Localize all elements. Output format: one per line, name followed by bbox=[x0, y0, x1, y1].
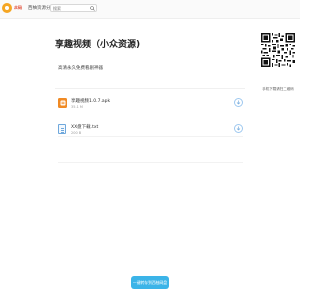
txt-file-icon bbox=[58, 124, 66, 134]
divider bbox=[55, 88, 245, 89]
page-title: 享趣视频（小众资源) bbox=[55, 40, 141, 50]
file-name[interactable]: 享趣视频1.0.7.apk bbox=[71, 98, 110, 104]
row-divider bbox=[58, 162, 243, 163]
search-icon[interactable] bbox=[90, 5, 95, 11]
search-box bbox=[50, 4, 97, 12]
top-bar: 众码 西柚资源分享 bbox=[0, 0, 300, 19]
download-icon bbox=[236, 126, 241, 131]
qr-panel: 手机下载请扫二维码 bbox=[258, 29, 298, 97]
qr-code-icon bbox=[261, 33, 295, 67]
site-logo-icon[interactable] bbox=[2, 3, 12, 13]
page-description: 高清永久免费看剧神器 bbox=[58, 66, 103, 71]
file-row[interactable]: 享趣视频1.0.7.apk 35.1 M bbox=[58, 95, 243, 115]
download-button[interactable] bbox=[234, 98, 243, 107]
qr-caption: 手机下载请扫二维码 bbox=[262, 87, 294, 91]
main-content: 享趣视频（小众资源) 高清永久免费看剧神器 享趣视频1.0.7.apk 35.1… bbox=[55, 18, 247, 300]
download-icon bbox=[236, 100, 241, 105]
download-button[interactable] bbox=[234, 124, 243, 133]
file-size: 200 B bbox=[71, 131, 82, 135]
file-size: 35.1 M bbox=[71, 105, 83, 109]
file-row[interactable]: XX盘下载.txt 200 B bbox=[58, 121, 243, 141]
search-input[interactable] bbox=[52, 5, 89, 11]
logo-badge: 众码 bbox=[14, 5, 22, 10]
file-name[interactable]: XX盘下载.txt bbox=[71, 124, 98, 130]
save-to-drive-button[interactable]: 一键转存到西柚网盘 bbox=[131, 276, 169, 289]
apk-file-icon bbox=[58, 98, 67, 108]
